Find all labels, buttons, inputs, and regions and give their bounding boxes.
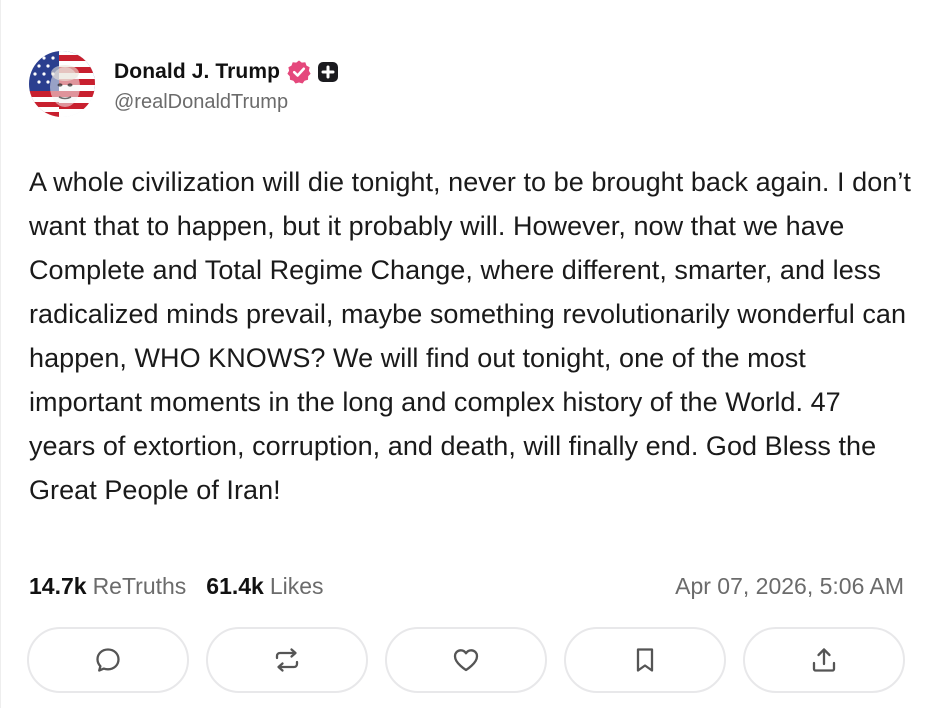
bookmark-button[interactable]: [564, 627, 726, 693]
retruth-icon: [272, 645, 302, 675]
action-bar: [27, 627, 905, 693]
avatar[interactable]: [29, 51, 95, 117]
reply-icon: [93, 645, 123, 675]
likes-label[interactable]: Likes: [270, 573, 324, 600]
verified-badge-icon: [286, 59, 312, 85]
retruth-button[interactable]: [206, 627, 368, 693]
share-button[interactable]: [743, 627, 905, 693]
retruths-count[interactable]: 14.7k: [29, 573, 87, 600]
likes-count[interactable]: 61.4k: [206, 573, 264, 600]
post-header: Donald J. Trump @realDonaldTrump: [29, 51, 339, 117]
retruths-label[interactable]: ReTruths: [93, 573, 187, 600]
author-display-name[interactable]: Donald J. Trump: [114, 60, 280, 84]
post-card: Donald J. Trump @realDonaldTrump A whole…: [0, 0, 936, 708]
name-row: Donald J. Trump: [114, 55, 339, 89]
like-icon: [451, 645, 481, 675]
post-timestamp[interactable]: Apr 07, 2026, 5:06 AM: [675, 573, 904, 600]
post-stats: 14.7k ReTruths 61.4k Likes Apr 07, 2026,…: [29, 568, 904, 604]
author-info: Donald J. Trump @realDonaldTrump: [114, 55, 339, 114]
post-body-text: A whole civilization will die tonight, n…: [29, 167, 911, 505]
bookmark-icon: [630, 645, 660, 675]
plus-badge-icon: [317, 61, 339, 83]
reply-button[interactable]: [27, 627, 189, 693]
author-handle[interactable]: @realDonaldTrump: [114, 91, 339, 114]
share-icon: [809, 645, 839, 675]
like-button[interactable]: [385, 627, 547, 693]
